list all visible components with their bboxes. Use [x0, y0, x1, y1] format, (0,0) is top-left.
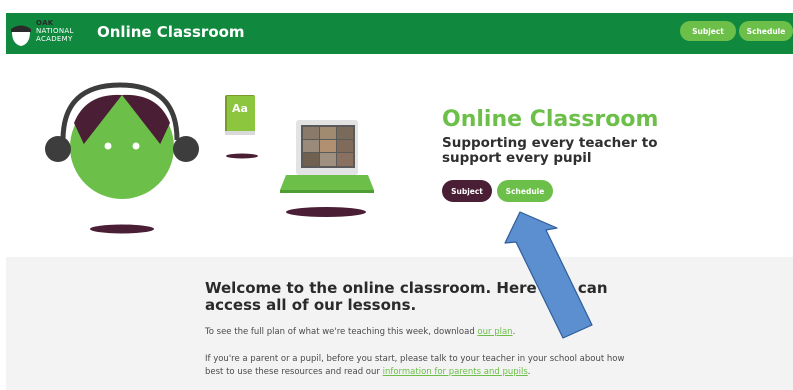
character-with-headphones-icon: [45, 82, 199, 234]
logo-line-academy: ACADEMY: [36, 35, 73, 43]
welcome-heading: Welcome to the online classroom. Here yo…: [205, 279, 608, 314]
parents-info-link[interactable]: information for parents and pupils: [383, 367, 528, 377]
logo-line-oak: OAK: [36, 19, 54, 27]
header-title[interactable]: Online Classroom: [97, 23, 245, 41]
top-navbar: OAK NATIONAL ACADEMY Online Classroom Su…: [6, 13, 793, 54]
welcome-section: Welcome to the online classroom. Here yo…: [6, 257, 793, 390]
hero-schedule-button[interactable]: Schedule: [497, 180, 553, 202]
plan-text-end: .: [512, 327, 516, 337]
book-label: Aa: [232, 102, 248, 115]
plan-paragraph: To see the full plan of what we're teach…: [205, 326, 625, 339]
plan-text: To see the full plan of what we're teach…: [205, 327, 478, 337]
hero-illustration: Aa: [45, 82, 374, 234]
book-icon: Aa: [225, 95, 258, 159]
oak-acorn-logo-icon[interactable]: [9, 20, 33, 47]
nav-schedule-button[interactable]: Schedule: [739, 21, 793, 41]
parents-paragraph: If you're a parent or a pupil, before yo…: [205, 353, 625, 379]
laptop-video-call-icon: [280, 120, 374, 217]
browser-viewport: OAK NATIONAL ACADEMY Online Classroom Su…: [6, 13, 793, 390]
logo-line-national: NATIONAL: [36, 27, 74, 35]
oak-logo-wordmark[interactable]: OAK NATIONAL ACADEMY: [36, 19, 74, 43]
hero-tagline: Supporting every teacher to support ever…: [442, 135, 658, 166]
our-plan-link[interactable]: our plan: [477, 327, 512, 337]
hero-title: Online Classroom: [442, 107, 659, 132]
hero-subject-button[interactable]: Subject: [442, 180, 492, 202]
parents-text-end: .: [527, 367, 531, 377]
nav-subject-button[interactable]: Subject: [680, 21, 736, 41]
